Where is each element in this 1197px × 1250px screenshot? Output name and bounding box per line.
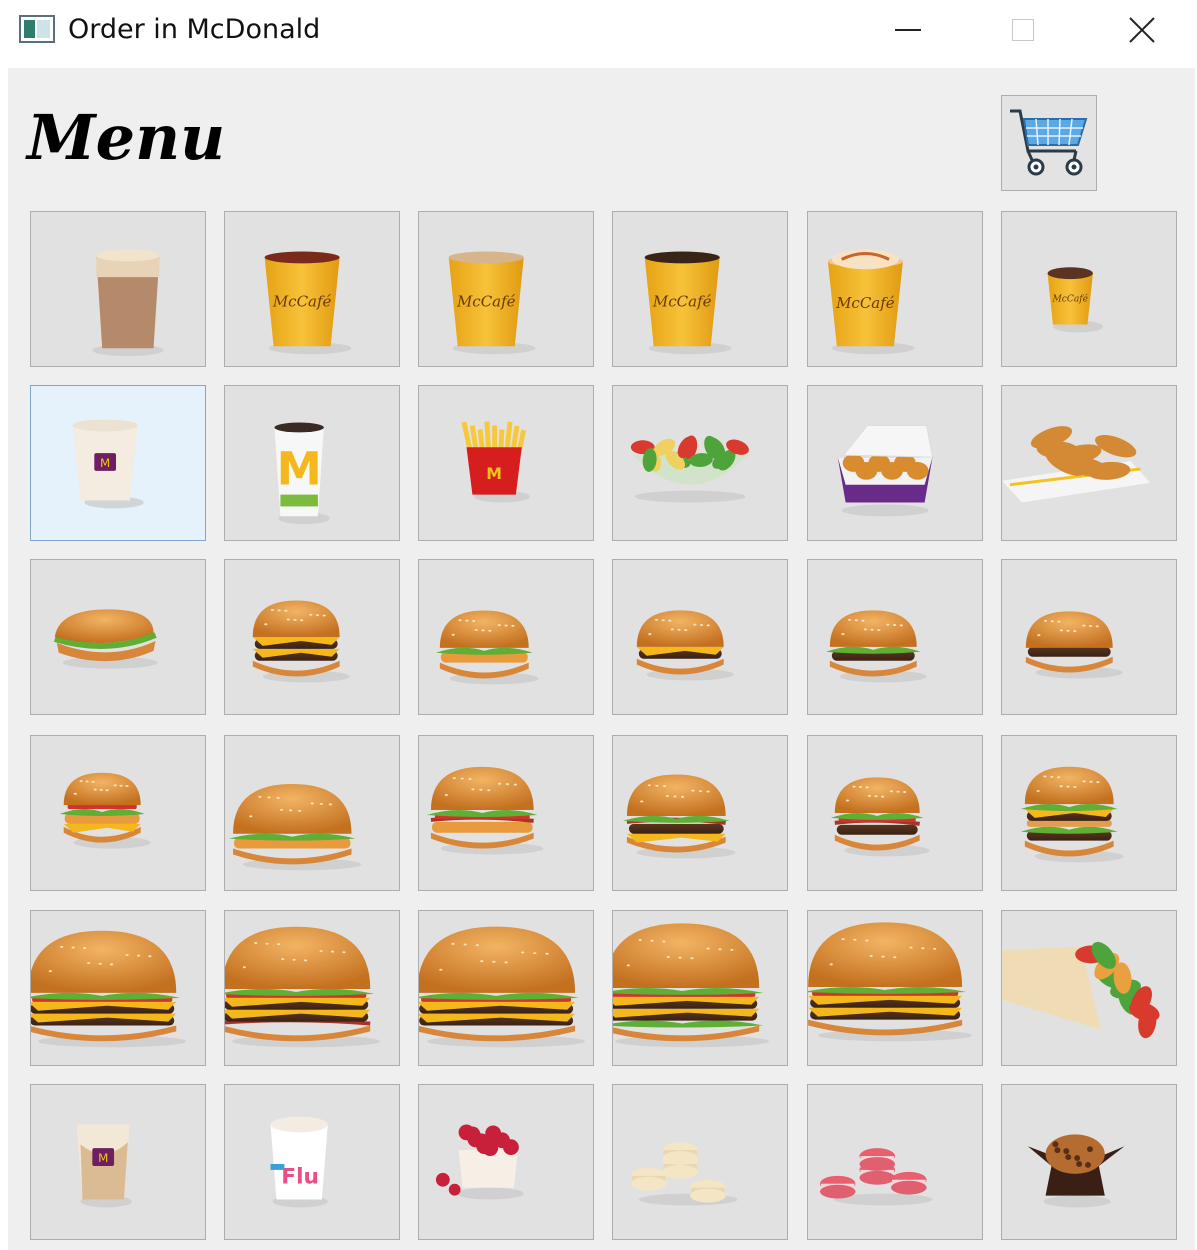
crispy-chicken-bacon-burger-image bbox=[427, 766, 544, 855]
menu-item-button-big-tasty-double[interactable] bbox=[612, 910, 788, 1066]
menu-item-button-chicken-wrap[interactable] bbox=[1001, 910, 1177, 1066]
garden-salad-image bbox=[630, 435, 749, 503]
window-app-icon bbox=[19, 15, 55, 43]
menu-item-button-caramel-frappe[interactable]: M bbox=[30, 1084, 206, 1240]
mccafe-small-espresso-cup-image: McCafé bbox=[1047, 267, 1104, 333]
menu-item-button-big-chicken-sandwich[interactable] bbox=[224, 735, 400, 891]
window-title: Order in McDonald bbox=[68, 14, 321, 45]
signature-beef-burger-image bbox=[808, 922, 972, 1042]
menu-item-button-mcchicken-burger[interactable] bbox=[418, 559, 594, 715]
mcd-soft-drink-cup-image: M bbox=[274, 422, 330, 525]
menu-item-button-raspberry-dessert[interactable] bbox=[418, 1084, 594, 1240]
menu-item-button-double-bacon-onion-burger[interactable] bbox=[224, 910, 400, 1066]
chicken-wrap-image bbox=[1002, 941, 1160, 1039]
latte-glass-image bbox=[92, 249, 164, 357]
beef-tomato-burger-image bbox=[830, 777, 930, 857]
menu-heading: Menu bbox=[27, 101, 226, 174]
svg-text:M: M bbox=[100, 456, 110, 470]
minimize-icon bbox=[895, 29, 921, 31]
big-chicken-sandwich-image bbox=[229, 783, 362, 871]
svg-text:M: M bbox=[98, 1151, 108, 1165]
svg-text:McCafé: McCafé bbox=[652, 292, 712, 310]
menu-item-button-crispy-chicken-bacon-burger[interactable] bbox=[418, 735, 594, 891]
menu-item-button-vanilla-shake[interactable]: M bbox=[30, 385, 206, 541]
menu-item-button-mccafe-cappuccino-cup[interactable]: McCafé bbox=[418, 211, 594, 367]
raspberry-macarons-image bbox=[819, 1148, 933, 1206]
main-window-client: Menu McCafé McCafé McCafé McCafé McCafé M M M M F… bbox=[8, 68, 1195, 1250]
menu-item-button-quarter-pounder-deluxe[interactable] bbox=[418, 910, 594, 1066]
close-button[interactable] bbox=[1087, 0, 1197, 60]
menu-item-button-mccafe-coffee-cup[interactable]: McCafé bbox=[612, 211, 788, 367]
menu-item-button-chicken-tenders[interactable] bbox=[1001, 385, 1177, 541]
svg-text:M: M bbox=[277, 443, 322, 496]
mccafe-caramel-latte-cup-image: McCafé bbox=[827, 249, 915, 355]
chicken-sub-sandwich-image bbox=[53, 609, 158, 669]
mccafe-tea-cup-image: McCafé bbox=[264, 251, 352, 355]
chocolate-muffin-image bbox=[1027, 1134, 1125, 1208]
svg-text:McCafé: McCafé bbox=[1052, 293, 1089, 304]
minimize-button[interactable] bbox=[853, 0, 963, 60]
menu-item-button-garden-salad[interactable] bbox=[612, 385, 788, 541]
svg-text:Flu: Flu bbox=[281, 1165, 319, 1190]
menu-item-button-hamburger-with-onions[interactable] bbox=[807, 559, 983, 715]
menu-item-button-cheeseburger[interactable] bbox=[612, 559, 788, 715]
cheeseburger-image bbox=[636, 610, 734, 681]
menu-item-button-raspberry-macarons[interactable] bbox=[807, 1084, 983, 1240]
raspberry-dessert-image bbox=[435, 1124, 524, 1200]
menu-item-button-vanilla-macarons[interactable] bbox=[612, 1084, 788, 1240]
shopping-cart-icon bbox=[1010, 109, 1088, 176]
svg-text:M: M bbox=[486, 464, 502, 483]
double-bacon-onion-burger-image bbox=[225, 926, 381, 1048]
mcflurry-image: Flu bbox=[270, 1116, 328, 1208]
big-tasty-double-image bbox=[613, 923, 770, 1048]
menu-item-button-mccafe-tea-cup[interactable]: McCafé bbox=[224, 211, 400, 367]
menu-item-button-chicken-nuggets-box[interactable] bbox=[807, 385, 983, 541]
mccafe-cappuccino-cup-image: McCafé bbox=[448, 251, 536, 355]
menu-item-button-latte-glass[interactable] bbox=[30, 211, 206, 367]
mccafe-coffee-cup-image: McCafé bbox=[644, 251, 732, 355]
double-cheese-deluxe-image bbox=[31, 930, 187, 1048]
chicken-nuggets-box-image bbox=[837, 424, 934, 517]
maximize-button[interactable] bbox=[968, 0, 1078, 60]
menu-item-button-beef-tomato-burger[interactable] bbox=[807, 735, 983, 891]
title-bar: Order in McDonald bbox=[0, 0, 1197, 64]
vanilla-macarons-image bbox=[630, 1142, 738, 1206]
menu-item-button-mcflurry[interactable]: Flu bbox=[224, 1084, 400, 1240]
caramel-frappe-image: M bbox=[76, 1124, 132, 1208]
french-fries-image: M bbox=[461, 421, 530, 503]
mcchicken-burger-image bbox=[435, 610, 539, 685]
close-icon bbox=[1129, 17, 1155, 43]
svg-text:McCafé: McCafé bbox=[456, 292, 516, 310]
menu-item-button-mccafe-small-espresso-cup[interactable]: McCafé bbox=[1001, 211, 1177, 367]
menu-item-button-chocolate-muffin[interactable] bbox=[1001, 1084, 1177, 1240]
menu-item-button-mcd-soft-drink-cup[interactable]: M bbox=[224, 385, 400, 541]
menu-item-button-double-cheese-deluxe[interactable] bbox=[30, 910, 206, 1066]
menu-item-button-plain-hamburger[interactable] bbox=[1001, 559, 1177, 715]
double-cheeseburger-image bbox=[252, 600, 350, 683]
chicken-tenders-image bbox=[1002, 426, 1151, 503]
menu-item-button-double-cheeseburger[interactable] bbox=[224, 559, 400, 715]
menu-item-button-chicken-sub-sandwich[interactable] bbox=[30, 559, 206, 715]
menu-item-button-big-mac[interactable] bbox=[1001, 735, 1177, 891]
quarter-pounder-deluxe-image bbox=[419, 926, 585, 1048]
menu-item-button-french-fries[interactable]: M bbox=[418, 385, 594, 541]
cart-button[interactable] bbox=[1001, 95, 1097, 191]
menu-item-button-mccafe-caramel-latte-cup[interactable]: McCafé bbox=[807, 211, 983, 367]
maximize-icon bbox=[1012, 19, 1034, 41]
svg-text:McCafé: McCafé bbox=[272, 292, 332, 310]
menu-item-button-signature-beef-burger[interactable] bbox=[807, 910, 983, 1066]
svg-text:McCafé: McCafé bbox=[835, 294, 895, 312]
bacon-double-burger-image bbox=[623, 774, 736, 859]
vanilla-shake-image: M bbox=[72, 419, 144, 509]
plain-hamburger-image bbox=[1025, 611, 1123, 679]
menu-item-button-bacon-double-burger[interactable] bbox=[612, 735, 788, 891]
grilled-chicken-burger-image bbox=[59, 772, 151, 849]
menu-item-button-grilled-chicken-burger[interactable] bbox=[30, 735, 206, 891]
hamburger-with-onions-image bbox=[825, 610, 927, 683]
big-mac-image bbox=[1020, 766, 1124, 863]
